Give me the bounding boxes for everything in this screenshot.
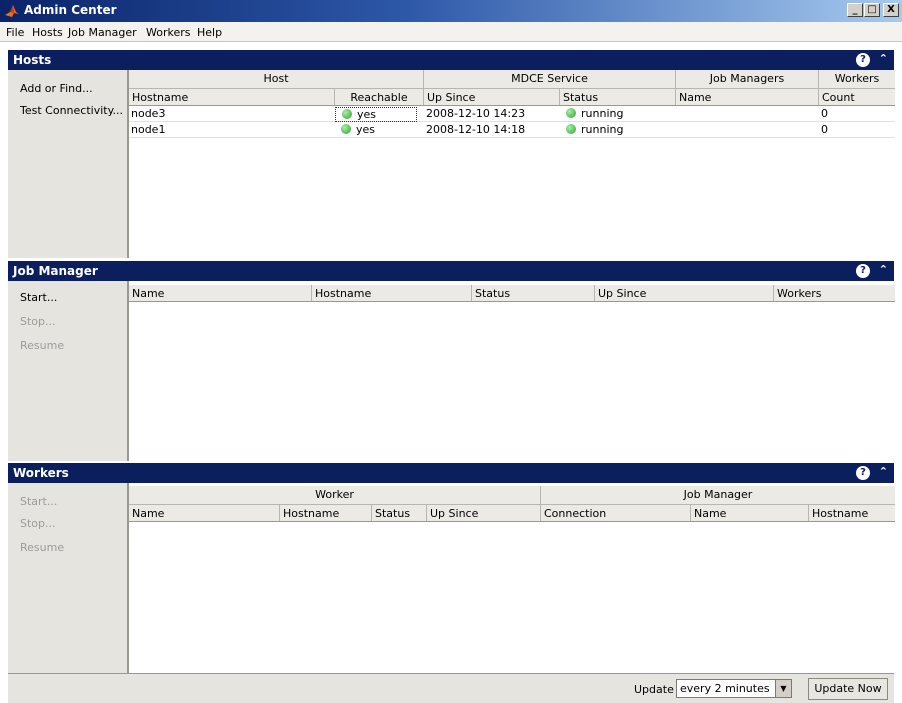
cell-count: 0 xyxy=(821,123,828,136)
col-jm-name[interactable]: Name xyxy=(676,89,819,105)
maximize-button[interactable]: □ xyxy=(864,3,880,17)
minimize-button[interactable]: _ xyxy=(847,3,863,17)
help-icon[interactable]: ? xyxy=(856,466,870,480)
update-now-button[interactable]: Update Now xyxy=(808,678,888,700)
group-worker: Worker xyxy=(129,486,541,504)
workers-table: Worker Job Manager Name Hostname Status … xyxy=(128,483,895,673)
col-hostname[interactable]: Hostname xyxy=(312,285,472,301)
menu-workers[interactable]: Workers xyxy=(146,26,190,39)
menu-file[interactable]: File xyxy=(6,26,24,39)
matlab-logo-icon xyxy=(5,5,19,17)
workers-group-header: Worker Job Manager xyxy=(129,486,895,505)
menu-hosts[interactable]: Hosts xyxy=(32,26,63,39)
col-count[interactable]: Count xyxy=(819,89,895,105)
group-mdce-service: MDCE Service xyxy=(424,70,676,88)
menu-job-manager[interactable]: Job Manager xyxy=(68,26,137,39)
job-manager-column-header: Name Hostname Status Up Since Workers xyxy=(129,285,895,302)
cell-count: 0 xyxy=(821,107,828,120)
hosts-column-header: Hostname Reachable Up Since Status Name … xyxy=(129,89,895,106)
collapse-up-icon[interactable]: ⌃ xyxy=(879,52,888,65)
cell-hostname: node1 xyxy=(131,123,166,136)
table-row[interactable]: node1 yes 2008-12-10 14:18 running 0 xyxy=(129,123,895,138)
hosts-table: Host MDCE Service Job Managers Workers H… xyxy=(128,70,895,258)
cell-reachable: yes xyxy=(335,107,417,122)
table-row[interactable]: node3 yes 2008-12-10 14:23 running 0 xyxy=(129,107,895,122)
jm-stop-button: Stop... xyxy=(20,315,56,328)
cell-status: running xyxy=(560,123,623,138)
cell-hostname: node3 xyxy=(131,107,166,120)
col-jm-name[interactable]: Name xyxy=(691,505,809,521)
cell-jm-name xyxy=(676,107,678,122)
col-status[interactable]: Status xyxy=(560,89,676,105)
help-icon[interactable]: ? xyxy=(856,53,870,67)
status-ok-icon xyxy=(342,109,352,119)
title-bar: Admin Center _ □ X xyxy=(0,0,902,22)
group-host: Host xyxy=(129,70,424,88)
cell-reachable: yes xyxy=(335,123,375,138)
col-up-since[interactable]: Up Since xyxy=(424,89,560,105)
col-hostname[interactable]: Hostname xyxy=(129,89,335,105)
update-interval-value: every 2 minutes xyxy=(680,682,770,695)
col-name[interactable]: Name xyxy=(129,505,280,521)
cell-jm-name xyxy=(676,123,678,138)
hosts-group-header: Host MDCE Service Job Managers Workers xyxy=(129,70,895,89)
workers-resume-button: Resume xyxy=(20,541,65,554)
hosts-title: Hosts xyxy=(13,53,52,67)
jm-resume-button: Resume xyxy=(20,339,65,352)
cell-up-since: 2008-12-10 14:23 xyxy=(426,107,526,120)
hosts-section-header: Hosts ? ⌃ xyxy=(8,50,894,70)
group-workers: Workers xyxy=(834,72,880,85)
collapse-up-icon[interactable]: ⌃ xyxy=(879,465,888,478)
menu-bar: File Hosts Job Manager Workers Help xyxy=(0,22,902,42)
workers-stop-button: Stop... xyxy=(20,517,56,530)
collapse-up-icon[interactable]: ⌃ xyxy=(879,263,888,276)
group-job-manager: Job Manager xyxy=(683,488,753,501)
status-running-icon xyxy=(566,108,576,118)
reachable-text: yes xyxy=(356,123,376,136)
job-manager-actions-panel: Start... Stop... Resume xyxy=(8,281,128,461)
workers-actions-panel: Start... Stop... Resume xyxy=(8,483,128,673)
group-job-managers: Job Managers xyxy=(676,70,819,88)
update-bar: Update every 2 minutes ▼ Update Now xyxy=(8,673,894,703)
hosts-actions-panel: Add or Find... Test Connectivity... xyxy=(8,70,128,258)
col-up-since[interactable]: Up Since xyxy=(595,285,774,301)
col-up-since[interactable]: Up Since xyxy=(427,505,541,521)
workers-title: Workers xyxy=(13,466,69,480)
col-status[interactable]: Status xyxy=(372,505,427,521)
col-connection[interactable]: Connection xyxy=(541,505,691,521)
test-connectivity-button[interactable]: Test Connectivity... xyxy=(20,104,123,117)
col-status[interactable]: Status xyxy=(472,285,595,301)
workers-column-header: Name Hostname Status Up Since Connection… xyxy=(129,505,895,522)
status-text: running xyxy=(581,107,624,120)
cell-status: running xyxy=(560,107,623,122)
job-manager-section-header: Job Manager ? ⌃ xyxy=(8,261,894,281)
workers-section-header: Workers ? ⌃ xyxy=(8,463,894,483)
update-label: Update xyxy=(634,683,674,696)
col-hostname[interactable]: Hostname xyxy=(280,505,372,521)
reachable-text: yes xyxy=(357,108,377,121)
cell-up-since: 2008-12-10 14:18 xyxy=(426,123,526,136)
help-icon[interactable]: ? xyxy=(856,264,870,278)
col-workers[interactable]: Workers xyxy=(774,285,895,301)
menu-help[interactable]: Help xyxy=(197,26,222,39)
status-running-icon xyxy=(566,124,576,134)
close-button[interactable]: X xyxy=(883,3,899,17)
chevron-down-icon[interactable]: ▼ xyxy=(775,680,791,697)
col-jm-hostname[interactable]: Hostname xyxy=(809,505,895,521)
add-or-find-button[interactable]: Add or Find... xyxy=(20,82,93,95)
col-reachable[interactable]: Reachable xyxy=(335,89,424,105)
jm-start-button[interactable]: Start... xyxy=(20,291,57,304)
window-title: Admin Center xyxy=(24,3,117,17)
status-text: running xyxy=(581,123,624,136)
update-interval-select[interactable]: every 2 minutes ▼ xyxy=(676,679,792,698)
col-name[interactable]: Name xyxy=(129,285,312,301)
job-manager-table: Name Hostname Status Up Since Workers xyxy=(128,281,895,461)
job-manager-title: Job Manager xyxy=(13,264,98,278)
workers-start-button: Start... xyxy=(20,495,58,508)
status-ok-icon xyxy=(341,124,351,134)
